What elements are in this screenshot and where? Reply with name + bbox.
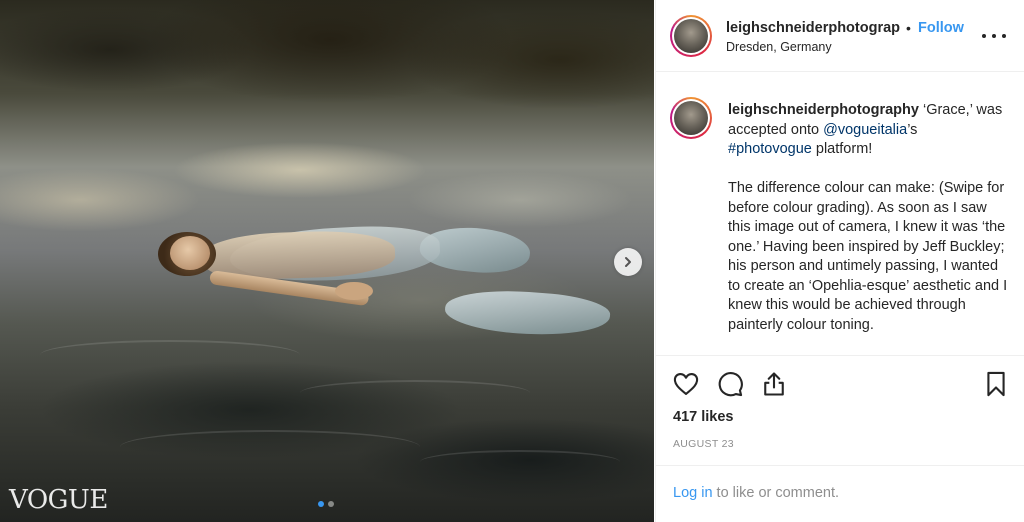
share-icon [764, 372, 784, 396]
more-dots-icon[interactable] [982, 26, 1006, 46]
separator-bullet: • [906, 20, 911, 36]
divider [656, 355, 1024, 356]
heart-icon [673, 373, 699, 395]
save-button[interactable] [982, 370, 1012, 400]
carousel-dot-active [318, 501, 324, 507]
bookmark-icon [987, 371, 1005, 397]
caption-username[interactable]: leighschneiderphotography [728, 102, 919, 118]
carousel-indicator [318, 501, 334, 507]
post-header: leighschneiderphotograp • Follow Dresden… [656, 0, 1024, 72]
post-photo[interactable]: VOGUE [0, 0, 654, 522]
comment-button[interactable] [716, 370, 746, 400]
header-username[interactable]: leighschneiderphotograp [726, 20, 900, 36]
login-prompt-text: to like or comment. [712, 485, 840, 501]
profile-picture [674, 19, 708, 53]
follow-button[interactable]: Follow [918, 20, 964, 36]
caption-fragment: platform! [811, 141, 873, 157]
post-date[interactable]: AUGUST 23 [673, 438, 734, 450]
share-button[interactable] [760, 370, 790, 400]
floating-figure [0, 0, 654, 522]
like-button[interactable] [672, 370, 702, 400]
caption-paragraph: The difference colour can make: (Swipe f… [728, 180, 1008, 333]
avatar[interactable] [670, 15, 712, 57]
location-link[interactable]: Dresden, Germany [726, 40, 832, 54]
post-side-panel: leighschneiderphotograp • Follow Dresden… [655, 0, 1024, 522]
caption-avatar[interactable] [670, 97, 712, 139]
action-bar [672, 370, 1012, 400]
profile-picture [674, 101, 708, 135]
comment-icon [718, 372, 743, 397]
face [170, 236, 210, 270]
caption-scroll-area[interactable]: leighschneiderphotography ‘Grace,’ was a… [656, 73, 1024, 355]
chevron-right-icon [625, 257, 631, 267]
hashtag-link[interactable]: #photovogue [728, 141, 812, 157]
likes-count[interactable]: 417 likes [673, 409, 733, 425]
caption-fragment: ’s [907, 121, 918, 138]
login-prompt: Log in to like or comment. [673, 485, 839, 501]
mention-link[interactable]: @vogueitalia [823, 122, 907, 138]
vogue-watermark: VOGUE [9, 485, 108, 515]
dress-fabric [443, 286, 612, 340]
login-link[interactable]: Log in [673, 485, 713, 501]
carousel-next-button[interactable] [614, 248, 642, 276]
divider [656, 465, 1024, 466]
carousel-dot [328, 501, 334, 507]
caption-text: leighschneiderphotography ‘Grace,’ was a… [728, 101, 1010, 355]
hand [335, 282, 373, 300]
